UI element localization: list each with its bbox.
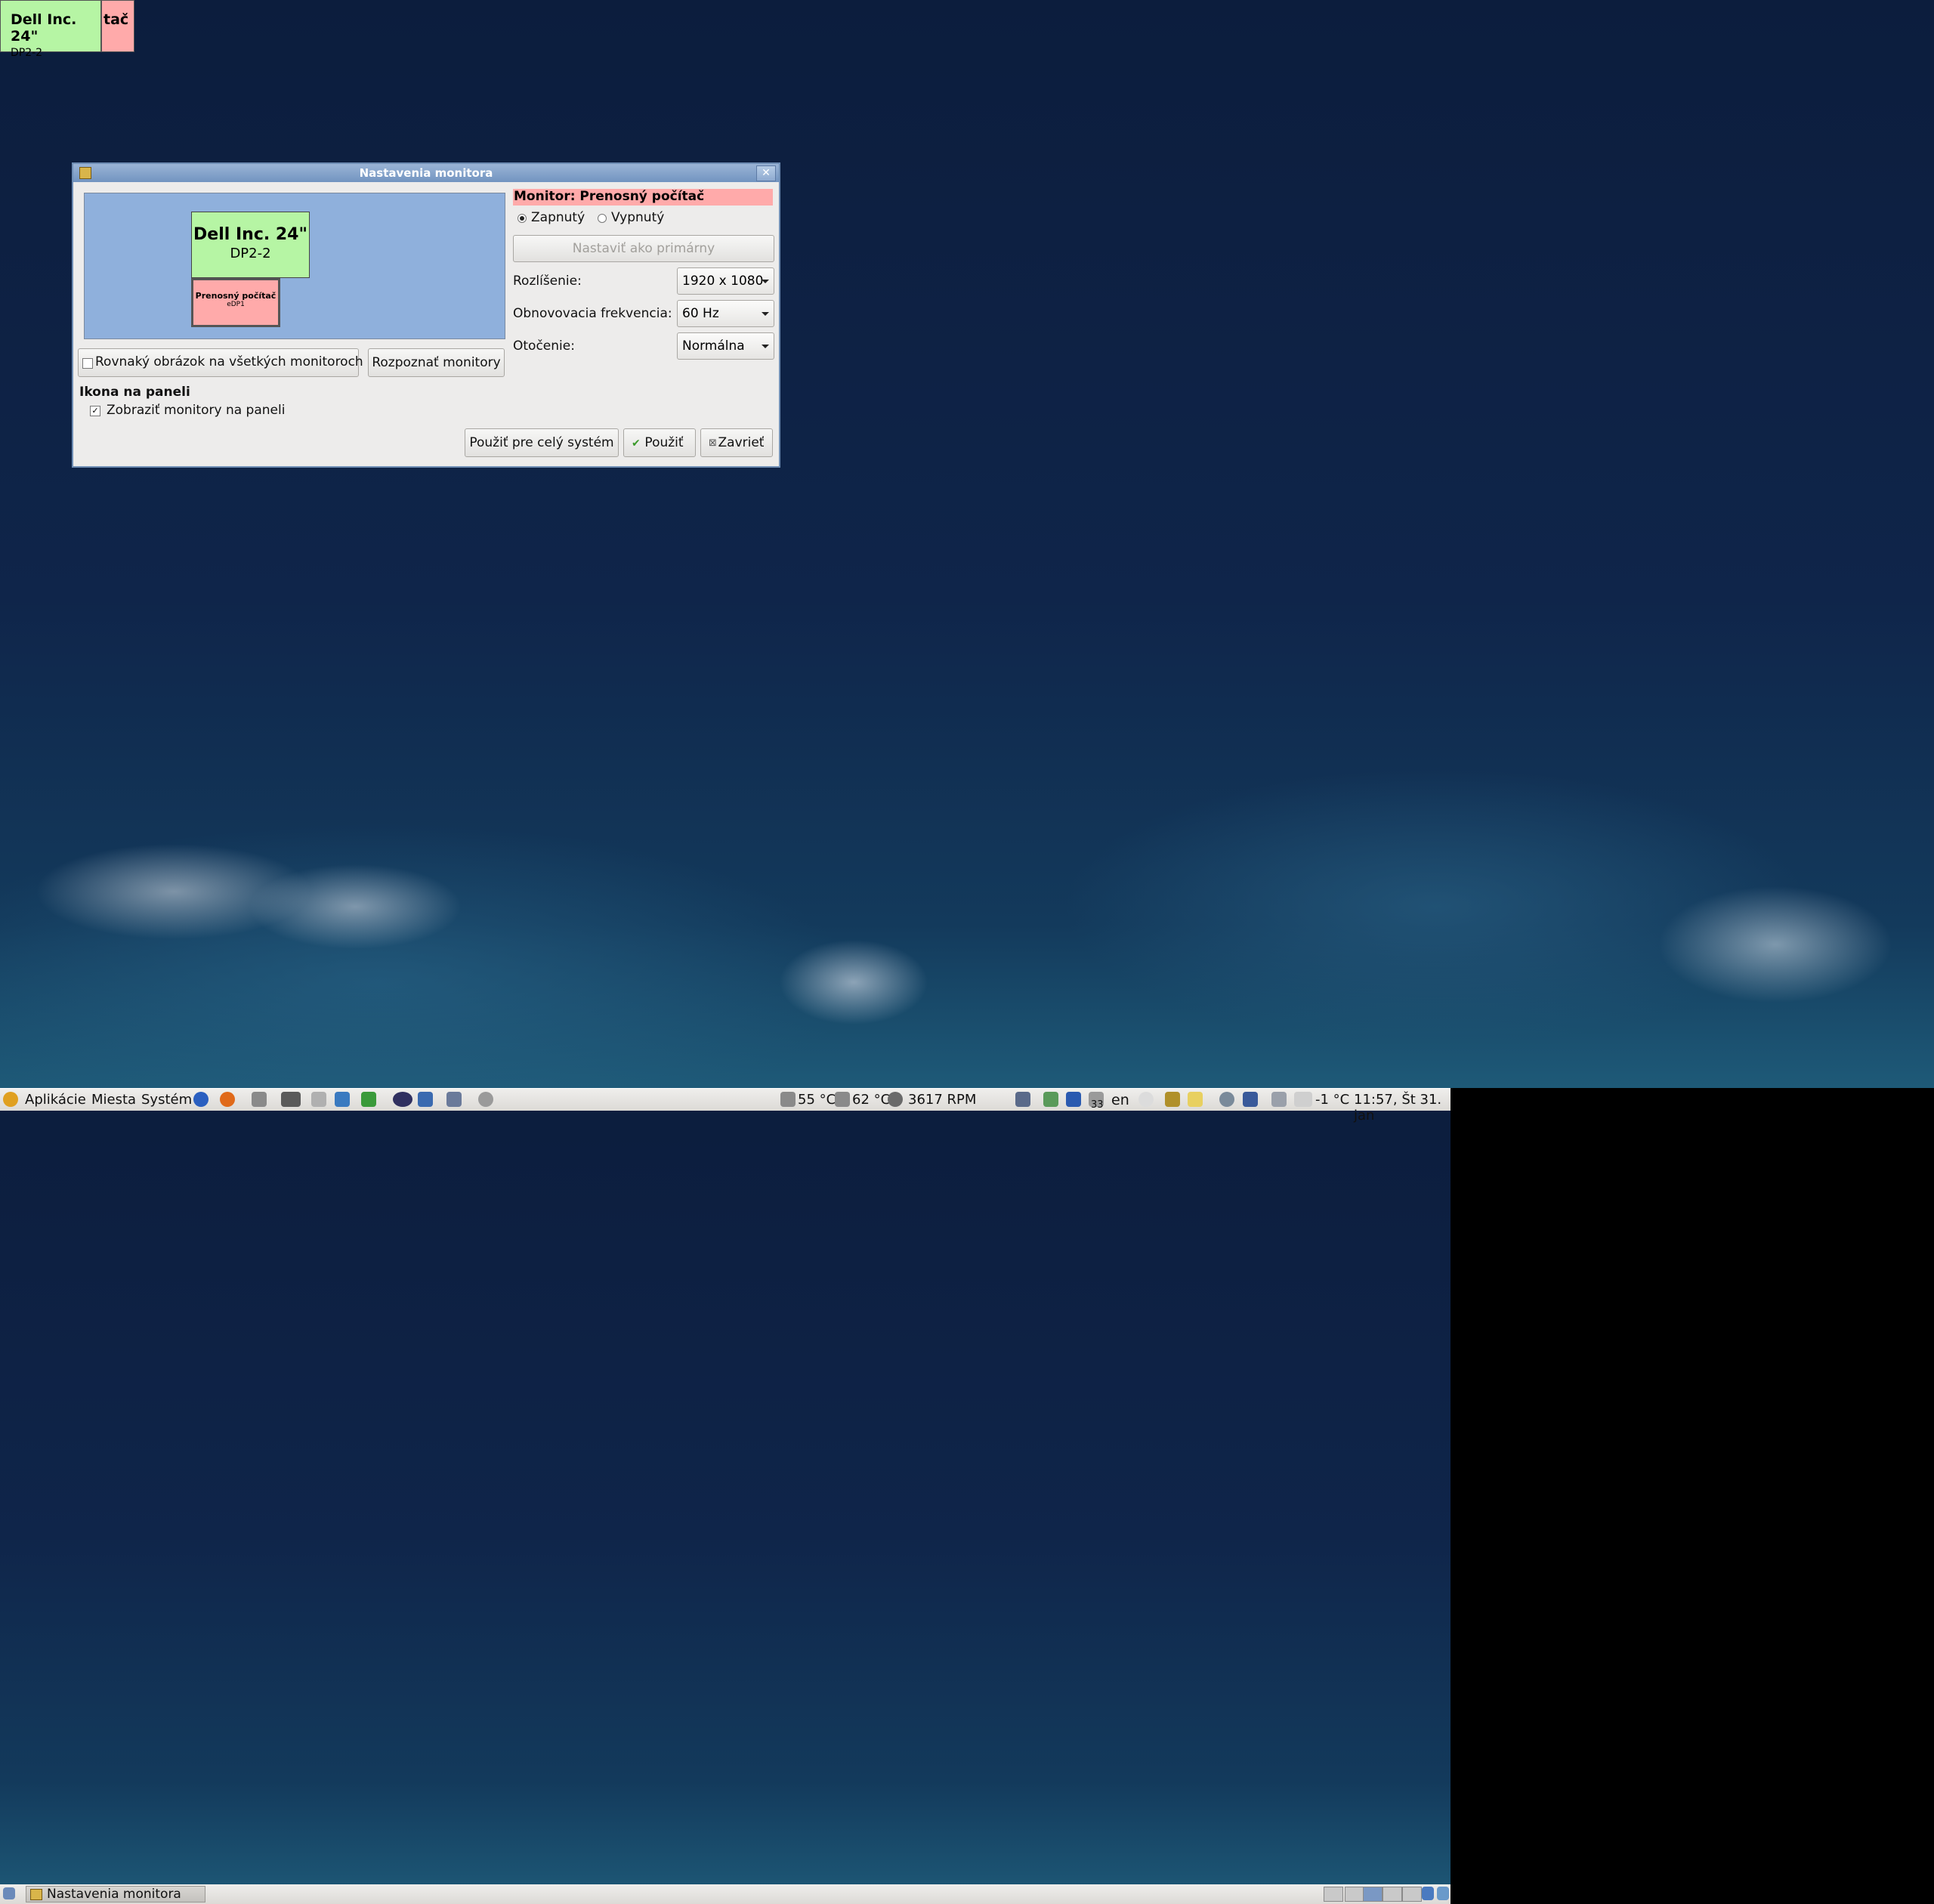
close-button-label: Zavrieť	[718, 435, 765, 450]
desktop-bottom	[0, 1088, 1450, 1904]
panel-icon-heading: Ikona na paneli	[79, 385, 190, 400]
weather-icon[interactable]	[1271, 1092, 1287, 1107]
mirror-checkbox-row[interactable]: Rovnaký obrázok na všetkých monitoroch	[78, 348, 363, 377]
cpu-temp-icon	[780, 1092, 796, 1107]
gnome-foot-icon[interactable]	[3, 1092, 18, 1107]
text-editor-icon[interactable]	[252, 1092, 267, 1107]
preview-laptop-output: eDP1	[227, 301, 245, 308]
detect-monitors-button[interactable]: Rozpoznať monitory	[368, 348, 505, 377]
workspace-5[interactable]	[1402, 1887, 1422, 1902]
save-icon[interactable]	[1015, 1092, 1030, 1107]
volume-icon[interactable]	[1219, 1092, 1234, 1107]
rotation-value: Normálna	[682, 338, 745, 354]
power-on-radio[interactable]	[517, 214, 527, 223]
fan-speed-value: 3617 RPM	[908, 1092, 977, 1108]
resolution-select[interactable]: 1920 x 1080	[677, 267, 774, 295]
power-off-radio[interactable]	[598, 214, 607, 223]
mirror-checkbox-label: Rovnaký obrázok na všetkých monitoroch	[95, 354, 363, 369]
cpu-temp-value: 55 °C	[798, 1092, 836, 1108]
accessibility-icon[interactable]	[1138, 1092, 1154, 1107]
show-in-panel-label: Zobraziť monitory na paneli	[107, 403, 286, 418]
preview-monitor-laptop[interactable]: Prenosný počítač eDP1	[191, 278, 280, 327]
dialog-title: Nastavenia monitora	[359, 166, 493, 180]
apply-button[interactable]: ✔ Použiť	[623, 428, 696, 457]
taskbar-window-button[interactable]: Nastavenia monitora	[26, 1886, 205, 1902]
resolution-value: 1920 x 1080	[682, 274, 764, 289]
rotation-label: Otočenie:	[513, 338, 575, 354]
firefox-icon[interactable]	[220, 1092, 235, 1107]
chevron-down-icon	[762, 280, 769, 283]
notes-icon[interactable]	[1188, 1092, 1203, 1107]
dialog-titlebar[interactable]: Nastavenia monitora ✕	[73, 164, 779, 182]
browser-icon[interactable]	[193, 1092, 209, 1107]
show-desktop-icon[interactable]	[3, 1887, 15, 1899]
display-icon[interactable]	[1165, 1092, 1180, 1107]
media-icon[interactable]	[393, 1092, 412, 1107]
preview-dell-output: DP2-2	[230, 246, 271, 261]
selected-monitor-header: Monitor: Prenosný počítač	[513, 189, 773, 206]
refresh-rate-select[interactable]: 60 Hz	[677, 300, 774, 327]
workspace-4[interactable]	[1383, 1887, 1402, 1902]
menu-applications[interactable]: Aplikácie	[25, 1092, 86, 1108]
window-icon	[30, 1889, 42, 1900]
gpu-temp-icon	[835, 1092, 850, 1107]
keyboard-layout[interactable]: en	[1111, 1092, 1129, 1108]
mirror-checkbox[interactable]	[82, 358, 93, 369]
close-icon: ⊠	[709, 437, 717, 449]
resolution-label: Rozlíšenie:	[513, 274, 582, 289]
vim-icon[interactable]	[281, 1092, 301, 1107]
monitor-ident-laptop: tač	[101, 0, 134, 52]
show-in-panel-checkbox[interactable]: ✓	[90, 406, 100, 416]
ident-laptop-title: tač	[103, 11, 129, 28]
taskbar-window-label: Nastavenia monitora	[47, 1887, 181, 1902]
menu-places[interactable]: Miesta	[91, 1092, 136, 1108]
network-status-icon[interactable]	[1437, 1887, 1449, 1900]
apply-button-label: Použiť	[644, 435, 684, 450]
preview-monitor-dell[interactable]: Dell Inc. 24" DP2-2	[191, 212, 310, 278]
monitor-ident-dell: Dell Inc. 24" DP2-2	[0, 0, 101, 59]
preview-laptop-title: Prenosný počítač	[195, 291, 277, 301]
set-primary-button[interactable]: Nastaviť ako primárny	[513, 235, 774, 262]
java-icon[interactable]	[311, 1092, 326, 1107]
menu-system[interactable]: Systém	[141, 1092, 192, 1108]
clock[interactable]: 11:57, Št 31. jan	[1354, 1092, 1450, 1124]
chart-icon[interactable]	[335, 1092, 350, 1107]
fan-icon	[888, 1092, 903, 1107]
gear-icon[interactable]	[478, 1092, 493, 1107]
trash-icon[interactable]	[1422, 1887, 1434, 1900]
power-off-label[interactable]: Vypnutý	[611, 210, 664, 225]
workspace-2[interactable]	[1345, 1887, 1364, 1902]
chevron-down-icon	[762, 345, 769, 348]
top-panel: Aplikácie Miesta Systém 55 °C 62 °C 3617…	[0, 1088, 1450, 1124]
ident-dell-output: DP2-2	[11, 47, 43, 59]
monitor-settings-dialog: Nastavenia monitora ✕ Dell Inc. 24" DP2-…	[72, 162, 780, 468]
mail-count: 33	[1091, 1099, 1104, 1111]
update-icon[interactable]	[1043, 1092, 1058, 1107]
preview-dell-title: Dell Inc. 24"	[193, 225, 307, 244]
weather-temp[interactable]: -1 °C	[1315, 1092, 1349, 1108]
chevron-down-icon	[762, 312, 769, 316]
refresh-rate-label: Obnovovacia frekvencia:	[513, 306, 672, 321]
bluetooth-icon[interactable]	[1066, 1092, 1081, 1107]
gpu-temp-value: 62 °C	[852, 1092, 891, 1108]
close-icon[interactable]: ✕	[756, 165, 776, 181]
wifi-signal-icon[interactable]	[1243, 1092, 1258, 1107]
apply-system-wide-button[interactable]: Použiť pre celý systém	[465, 428, 619, 457]
battery-icon[interactable]	[1294, 1092, 1312, 1107]
close-button[interactable]: ⊠ Zavrieť	[700, 428, 773, 457]
network-icon[interactable]	[446, 1092, 462, 1107]
workspace-1[interactable]	[1324, 1887, 1343, 1902]
refresh-rate-value: 60 Hz	[682, 306, 719, 321]
monitor-layout-preview[interactable]: Dell Inc. 24" DP2-2 Prenosný počítač eDP…	[84, 193, 505, 339]
bottom-panel: Nastavenia monitora	[0, 1884, 1450, 1904]
download-icon[interactable]	[361, 1092, 376, 1107]
power-on-label[interactable]: Zapnutý	[531, 210, 585, 225]
ident-dell-title: Dell Inc. 24"	[11, 11, 77, 45]
workspace-3[interactable]	[1363, 1887, 1383, 1902]
checkmark-icon: ✔	[632, 437, 641, 450]
cube-icon[interactable]	[418, 1092, 433, 1107]
rotation-select[interactable]: Normálna	[677, 332, 774, 360]
